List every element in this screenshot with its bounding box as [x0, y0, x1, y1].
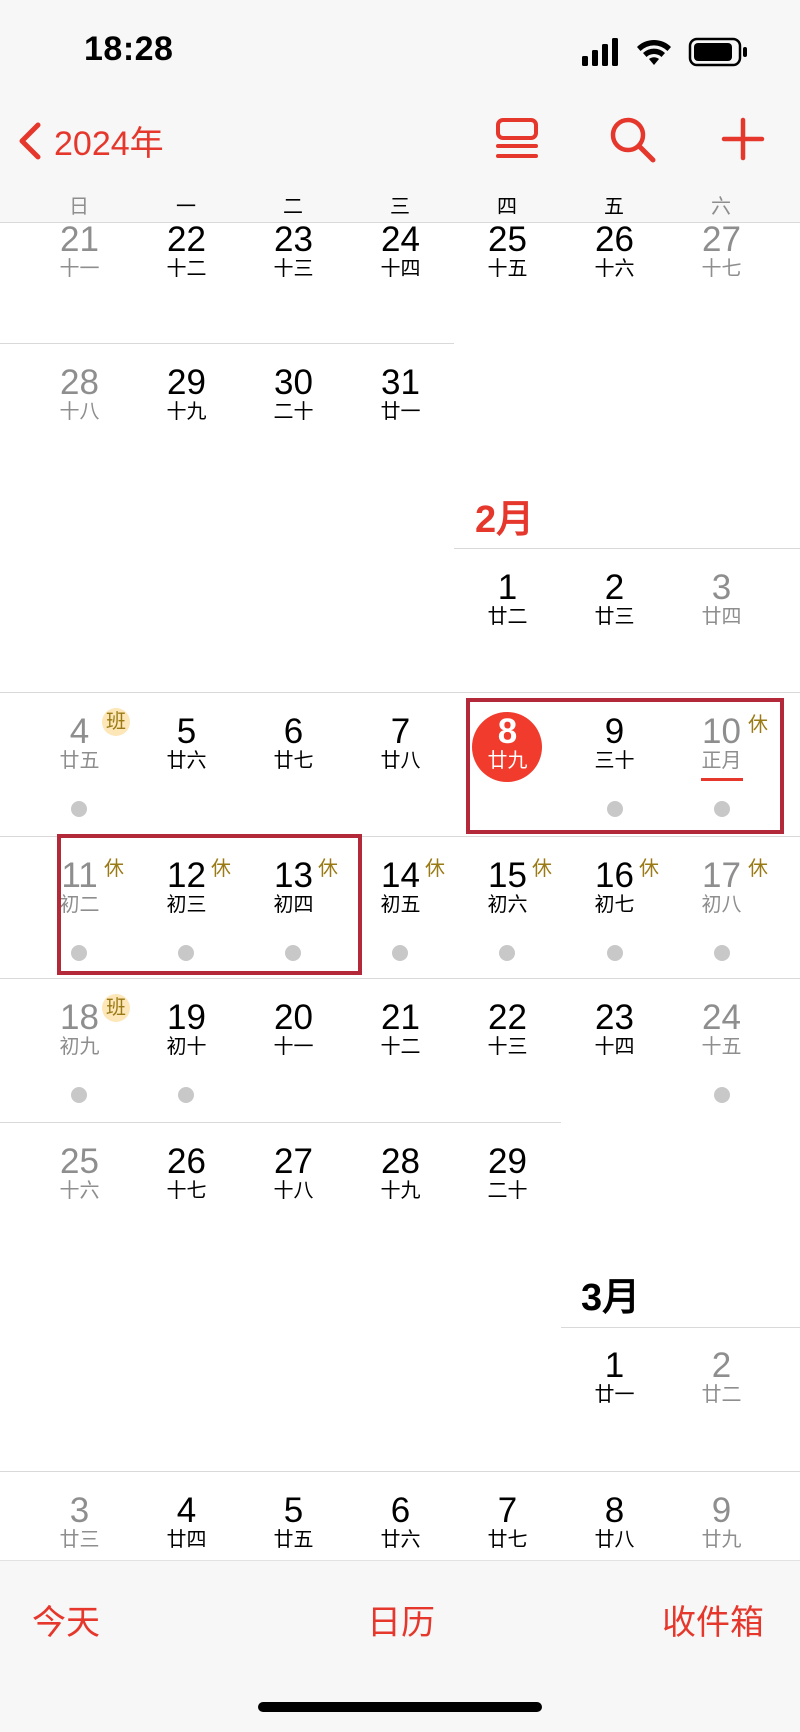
holiday-badge: 休 [425, 858, 445, 880]
month-label-mar: 3月 [581, 1277, 641, 1319]
day-feb-25[interactable]: 25 十六 [26, 1144, 133, 1203]
event-dot [714, 945, 730, 961]
day-jan-25[interactable]: 25 十五 [454, 222, 561, 280]
work-day-badge: 班 [102, 708, 130, 736]
event-dot [714, 1087, 730, 1103]
event-dot [607, 945, 623, 961]
day-feb-21[interactable]: 21 十二 [347, 1000, 454, 1059]
day-mar-3[interactable]: 3 廿三 [26, 1493, 133, 1552]
day-mar-7[interactable]: 7 廿七 [454, 1493, 561, 1552]
holiday-badge: 休 [532, 858, 552, 880]
status-icons [582, 37, 747, 67]
wifi-icon [637, 39, 671, 65]
add-icon[interactable] [718, 114, 768, 164]
day-jan-23[interactable]: 23 十三 [240, 222, 347, 280]
separator [0, 692, 800, 693]
day-feb-28[interactable]: 28 十九 [347, 1144, 454, 1203]
month-label-feb: 2月 [475, 499, 535, 541]
weekday-wed: 三 [390, 196, 410, 218]
day-feb-7[interactable]: 7 廿八 [347, 714, 454, 773]
day-jan-29[interactable]: 29 十九 [133, 365, 240, 424]
highlight-box-holiday [57, 834, 362, 975]
day-jan-27[interactable]: 27 十七 [668, 222, 775, 280]
separator [0, 978, 800, 979]
chevron-left-icon [19, 122, 41, 159]
weekday-header: 日 一 二 三 四 五 六 [0, 190, 800, 220]
day-jan-22[interactable]: 22 十二 [133, 222, 240, 280]
calendars-button[interactable]: 日历 [367, 1595, 435, 1644]
event-dot [71, 1087, 87, 1103]
holiday-badge: 休 [748, 858, 768, 880]
home-indicator [258, 1702, 542, 1712]
event-dot [392, 945, 408, 961]
weekday-sat: 六 [711, 196, 731, 218]
status-time: 18:28 [84, 30, 174, 68]
day-mar-9[interactable]: 9 廿九 [668, 1493, 775, 1552]
day-mar-8[interactable]: 8 廿八 [561, 1493, 668, 1552]
day-jan-24[interactable]: 24 十四 [347, 222, 454, 280]
search-icon[interactable] [607, 114, 657, 164]
day-feb-2[interactable]: 2 廿三 [561, 570, 668, 629]
event-dot [178, 1087, 194, 1103]
day-feb-19[interactable]: 19 初十 [133, 1000, 240, 1059]
day-feb-5[interactable]: 5 廿六 [133, 714, 240, 773]
day-feb-29[interactable]: 29 二十 [454, 1144, 561, 1203]
battery-icon [688, 37, 747, 67]
day-feb-24[interactable]: 24 十五 [668, 1000, 775, 1059]
weekday-thu: 四 [497, 196, 517, 218]
day-mar-6[interactable]: 6 廿六 [347, 1493, 454, 1552]
separator [561, 1327, 800, 1328]
day-feb-1[interactable]: 1 廿二 [454, 570, 561, 629]
weekday-sun: 日 [69, 196, 89, 218]
day-jan-26[interactable]: 26 十六 [561, 222, 668, 280]
event-dot [499, 945, 515, 961]
day-feb-22[interactable]: 22 十三 [454, 1000, 561, 1059]
day-jan-31[interactable]: 31 廿一 [347, 365, 454, 424]
cellular-signal-icon [582, 38, 618, 66]
weekday-fri: 五 [604, 196, 624, 218]
day-feb-26[interactable]: 26 十七 [133, 1144, 240, 1203]
back-button[interactable]: 2024年 [16, 116, 164, 165]
highlight-box-spring-festival [466, 698, 784, 834]
holiday-badge: 休 [639, 858, 659, 880]
day-jan-21[interactable]: 21 十一 [26, 222, 133, 280]
day-feb-20[interactable]: 20 十一 [240, 1000, 347, 1059]
work-day-badge: 班 [102, 994, 130, 1022]
weekday-tue: 二 [283, 196, 303, 218]
event-dot [71, 801, 87, 817]
separator [0, 1122, 561, 1123]
day-feb-6[interactable]: 6 廿七 [240, 714, 347, 773]
calendar-grid[interactable]: 21 十一 22 十二 23 十三 24 十四 25 十五 26 十六 27 十七 28 十八 … [0, 222, 800, 1560]
separator [0, 1471, 800, 1472]
inbox-button[interactable]: 收件箱 [662, 1595, 764, 1644]
day-jan-30[interactable]: 30 二十 [240, 365, 347, 424]
back-label: 2024年 [54, 125, 164, 163]
day-feb-23[interactable]: 23 十四 [561, 1000, 668, 1059]
separator [454, 548, 800, 549]
day-mar-1[interactable]: 1 廿一 [561, 1348, 668, 1407]
day-mar-5[interactable]: 5 廿五 [240, 1493, 347, 1552]
weekday-mon: 一 [176, 196, 196, 218]
day-jan-28[interactable]: 28 十八 [26, 365, 133, 424]
separator [0, 343, 454, 344]
day-mar-2[interactable]: 2 廿二 [668, 1348, 775, 1407]
day-feb-3[interactable]: 3 廿四 [668, 570, 775, 629]
day-mar-4[interactable]: 4 廿四 [133, 1493, 240, 1552]
today-button[interactable]: 今天 [32, 1595, 100, 1644]
day-feb-27[interactable]: 27 十八 [240, 1144, 347, 1203]
list-view-icon[interactable] [492, 114, 542, 164]
